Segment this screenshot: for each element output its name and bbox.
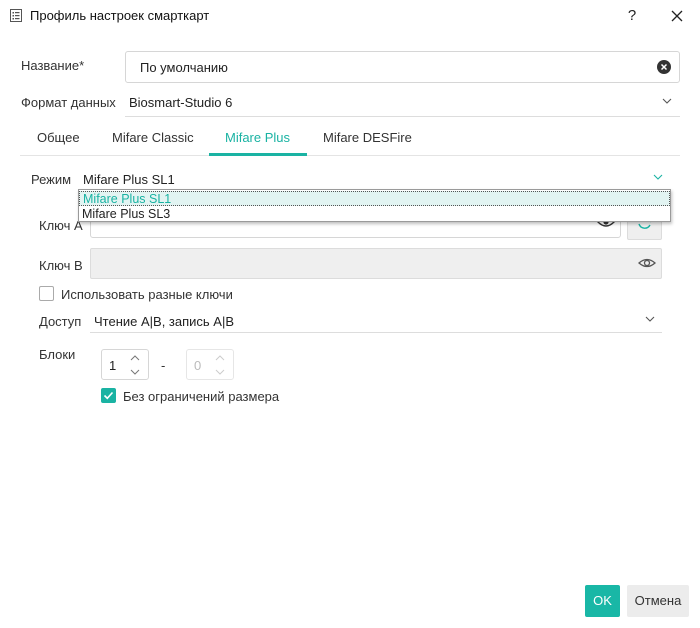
ok-button[interactable]: OK — [585, 585, 620, 617]
data-format-select[interactable]: Biosmart-Studio 6 — [125, 88, 680, 117]
name-label: Название* — [21, 58, 85, 73]
stepper-arrows-icon — [215, 355, 225, 375]
title-bar: Профиль настроек смарткарт ? — [0, 0, 700, 32]
key-b-field — [90, 248, 662, 279]
active-tab-indicator — [209, 153, 307, 156]
blocks-from-value: 1 — [109, 358, 117, 373]
blocks-from-stepper[interactable]: 1 — [101, 349, 149, 380]
close-icon — [671, 10, 683, 22]
list-icon — [10, 9, 22, 22]
checkmark-icon — [103, 391, 114, 400]
data-format-value: Biosmart-Studio 6 — [129, 95, 233, 110]
mode-label: Режим — [31, 172, 72, 187]
no-size-limit-label: Без ограничений размера — [123, 389, 280, 404]
no-size-limit-checkbox[interactable] — [101, 388, 116, 403]
access-value: Чтение А|В, запись А|В — [94, 314, 235, 329]
clear-icon[interactable] — [657, 60, 671, 74]
mode-select[interactable]: Mifare Plus SL1 — [79, 166, 671, 190]
blocks-separator: - — [161, 358, 166, 373]
tabs-divider — [20, 155, 680, 156]
mode-value: Mifare Plus SL1 — [83, 172, 175, 187]
tab-general[interactable]: Общее — [37, 130, 80, 154]
cancel-button[interactable]: Отмена — [627, 585, 689, 617]
use-different-keys-checkbox[interactable] — [39, 286, 54, 301]
chevron-down-icon — [662, 98, 672, 104]
name-field[interactable] — [125, 51, 680, 83]
data-format-label: Формат данных — [21, 95, 116, 110]
mode-option-sl3[interactable]: Mifare Plus SL3 — [79, 207, 670, 222]
access-select[interactable]: Чтение А|В, запись А|В — [90, 307, 662, 333]
tab-mifare-desfire[interactable]: Mifare DESFire — [323, 130, 412, 154]
chevron-down-icon — [645, 316, 655, 322]
eye-icon[interactable] — [638, 257, 656, 269]
window-title: Профиль настроек смарткарт — [30, 8, 210, 23]
key-b-label: Ключ В — [39, 258, 83, 273]
tab-mifare-plus[interactable]: Mifare Plus — [225, 130, 290, 154]
mode-option-sl1[interactable]: Mifare Plus SL1 — [79, 191, 670, 206]
name-input[interactable] — [140, 60, 630, 75]
access-label: Доступ — [39, 314, 82, 329]
use-different-keys-label: Использовать разные ключи — [61, 287, 233, 302]
help-button[interactable]: ? — [620, 3, 644, 29]
stepper-arrows-icon — [130, 355, 140, 375]
close-button[interactable] — [664, 3, 690, 29]
key-a-label: Ключ А — [39, 218, 83, 233]
chevron-down-icon — [653, 174, 663, 180]
mode-dropdown-list: Mifare Plus SL1 Mifare Plus SL3 — [78, 189, 671, 222]
tab-mifare-classic[interactable]: Mifare Classic — [112, 130, 194, 154]
blocks-label: Блоки — [39, 347, 76, 362]
blocks-to-value: 0 — [194, 358, 202, 373]
blocks-to-stepper: 0 — [186, 349, 234, 380]
